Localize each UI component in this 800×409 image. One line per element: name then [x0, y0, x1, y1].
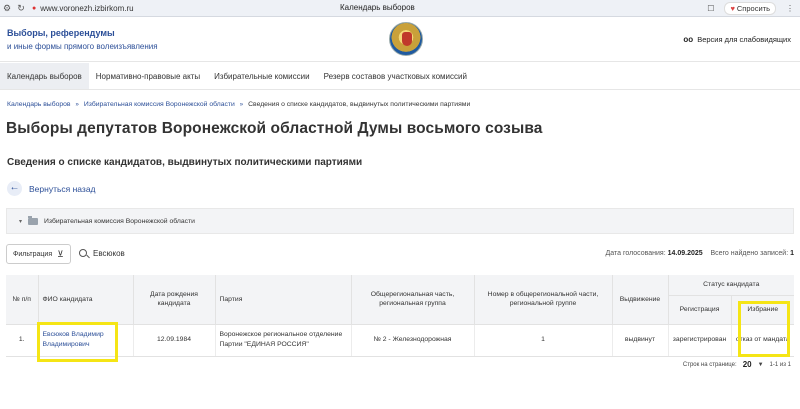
page-title: Выборы депутатов Воронежской областной Д… [6, 120, 543, 137]
arrow-left-icon: ← [7, 181, 22, 196]
nav-reserve[interactable]: Резерв составов участковых комиссий [317, 63, 474, 89]
ask-button-label: Спросить [736, 4, 770, 13]
folder-icon [28, 215, 39, 225]
menu-icon[interactable]: ⋮ [786, 4, 794, 13]
settings-icon[interactable]: ⚙ [0, 3, 14, 14]
search-icon[interactable] [79, 249, 87, 257]
cell-number: 1 [474, 324, 613, 357]
chevron-down-icon[interactable]: ▾ [19, 218, 22, 225]
commission-tree[interactable]: ▾ Избирательная комиссия Воронежской обл… [6, 208, 794, 234]
cell-birth: 12.09.1984 [133, 324, 216, 357]
cell-registration: зарегистрирован [668, 324, 732, 357]
reload-icon[interactable]: ↻ [14, 3, 28, 14]
col-header-nomination: Выдвижение [612, 275, 669, 325]
candidates-table: № п/п ФИО кандидата Дата рождения кандид… [6, 275, 794, 357]
search-input[interactable]: Евсюков [93, 249, 125, 258]
accessibility-link[interactable]: oo Версия для слабовидящих [683, 35, 791, 44]
glasses-icon: oo [683, 35, 694, 44]
vote-date-label: Дата голосования: [605, 250, 666, 257]
per-page-label: Строк на странице: [682, 361, 737, 368]
vote-date: 14.09.2025 [667, 250, 703, 257]
page-range: 1-1 из 1 [769, 361, 791, 368]
per-page-select[interactable]: 20 [743, 360, 752, 369]
nav-commissions[interactable]: Избирательные комиссии [207, 63, 316, 89]
col-header-num: № п/п [6, 275, 39, 325]
back-link[interactable]: ← Вернуться назад [7, 181, 96, 196]
breadcrumb: Календарь выборов » Избирательная комисс… [7, 101, 470, 108]
filter-clear-icon: ⊻ [57, 248, 64, 259]
address-bar[interactable]: www.voronezh.izbirkom.ru [40, 4, 133, 13]
results-meta: Дата голосования: 14.09.2025 Всего найде… [606, 250, 795, 257]
coat-of-arms-logo[interactable] [389, 22, 423, 56]
cell-regional: № 2 - Железнодорожная [351, 324, 475, 357]
site-header: Выборы, референдумы и иные формы прямого… [0, 17, 800, 62]
nav-calendar[interactable]: Календарь выборов [0, 63, 89, 89]
tab-title: Календарь выборов [340, 3, 415, 12]
col-header-registration: Регистрация [668, 295, 732, 325]
heart-icon: ♥ [730, 4, 735, 13]
browser-toolbar: ⚙ ↻ ● www.voronezh.izbirkom.ru Календарь… [0, 0, 800, 17]
filter-button-label: Фильтрация [13, 250, 53, 258]
site-brand[interactable]: Выборы, референдумы и иные формы прямого… [7, 27, 158, 53]
breadcrumb-separator-icon: » [239, 101, 244, 108]
main-nav: Календарь выборов Нормативно-правовые ак… [0, 63, 800, 90]
cell-party: Воронежское региональное отделение Парти… [215, 324, 352, 357]
back-label: Вернуться назад [29, 183, 96, 194]
nav-legal-acts[interactable]: Нормативно-правовые акты [89, 63, 207, 89]
not-secure-icon[interactable]: ● [32, 5, 36, 12]
col-header-birth: Дата рождения кандидата [133, 275, 216, 325]
cell-election: отказ от мандата [731, 324, 794, 357]
found-label: Всего найдено записей: [710, 250, 789, 257]
ask-button[interactable]: ♥ Спросить [724, 2, 776, 15]
cell-nomination: выдвинут [612, 324, 669, 357]
bookmark-icon[interactable]: ☐ [707, 4, 714, 13]
filter-bar: Фильтрация ⊻ Евсюков Дата голосования: 1… [6, 244, 794, 264]
brand-line-1: Выборы, референдумы [7, 28, 115, 38]
col-header-status: Статус кандидата [668, 275, 794, 296]
tree-node-label[interactable]: Избирательная комиссия Воронежской облас… [44, 218, 195, 225]
filter-button[interactable]: Фильтрация ⊻ [6, 244, 71, 264]
breadcrumb-commission[interactable]: Избирательная комиссия Воронежской облас… [84, 101, 235, 108]
section-title: Сведения о списке кандидатов, выдвинутых… [7, 157, 363, 168]
accessibility-label: Версия для слабовидящих [697, 35, 791, 44]
pagination: Строк на странице: 20 ▼ 1-1 из 1 [683, 360, 791, 369]
found-count: 1 [790, 250, 794, 257]
col-header-fio: ФИО кандидата [38, 275, 134, 325]
candidate-name-link[interactable]: Евсюков Владимир Владимирович [38, 324, 134, 357]
cell-num: 1. [6, 324, 39, 357]
breadcrumb-calendar[interactable]: Календарь выборов [7, 101, 71, 108]
col-header-party: Партия [215, 275, 352, 325]
table-row: 1. Евсюков Владимир Владимирович 12.09.1… [6, 324, 794, 357]
col-header-regional: Общерегиональная часть, региональная гру… [351, 275, 475, 325]
brand-line-2: и иные формы прямого волеизъявления [7, 42, 158, 51]
chevron-down-icon[interactable]: ▼ [758, 362, 764, 368]
col-header-election: Избрание [731, 295, 794, 325]
breadcrumb-current: Сведения о списке кандидатов, выдвинутых… [248, 101, 471, 108]
col-header-number: Номер в общерегиональной части, регионал… [474, 275, 613, 325]
breadcrumb-separator-icon: » [75, 101, 79, 108]
